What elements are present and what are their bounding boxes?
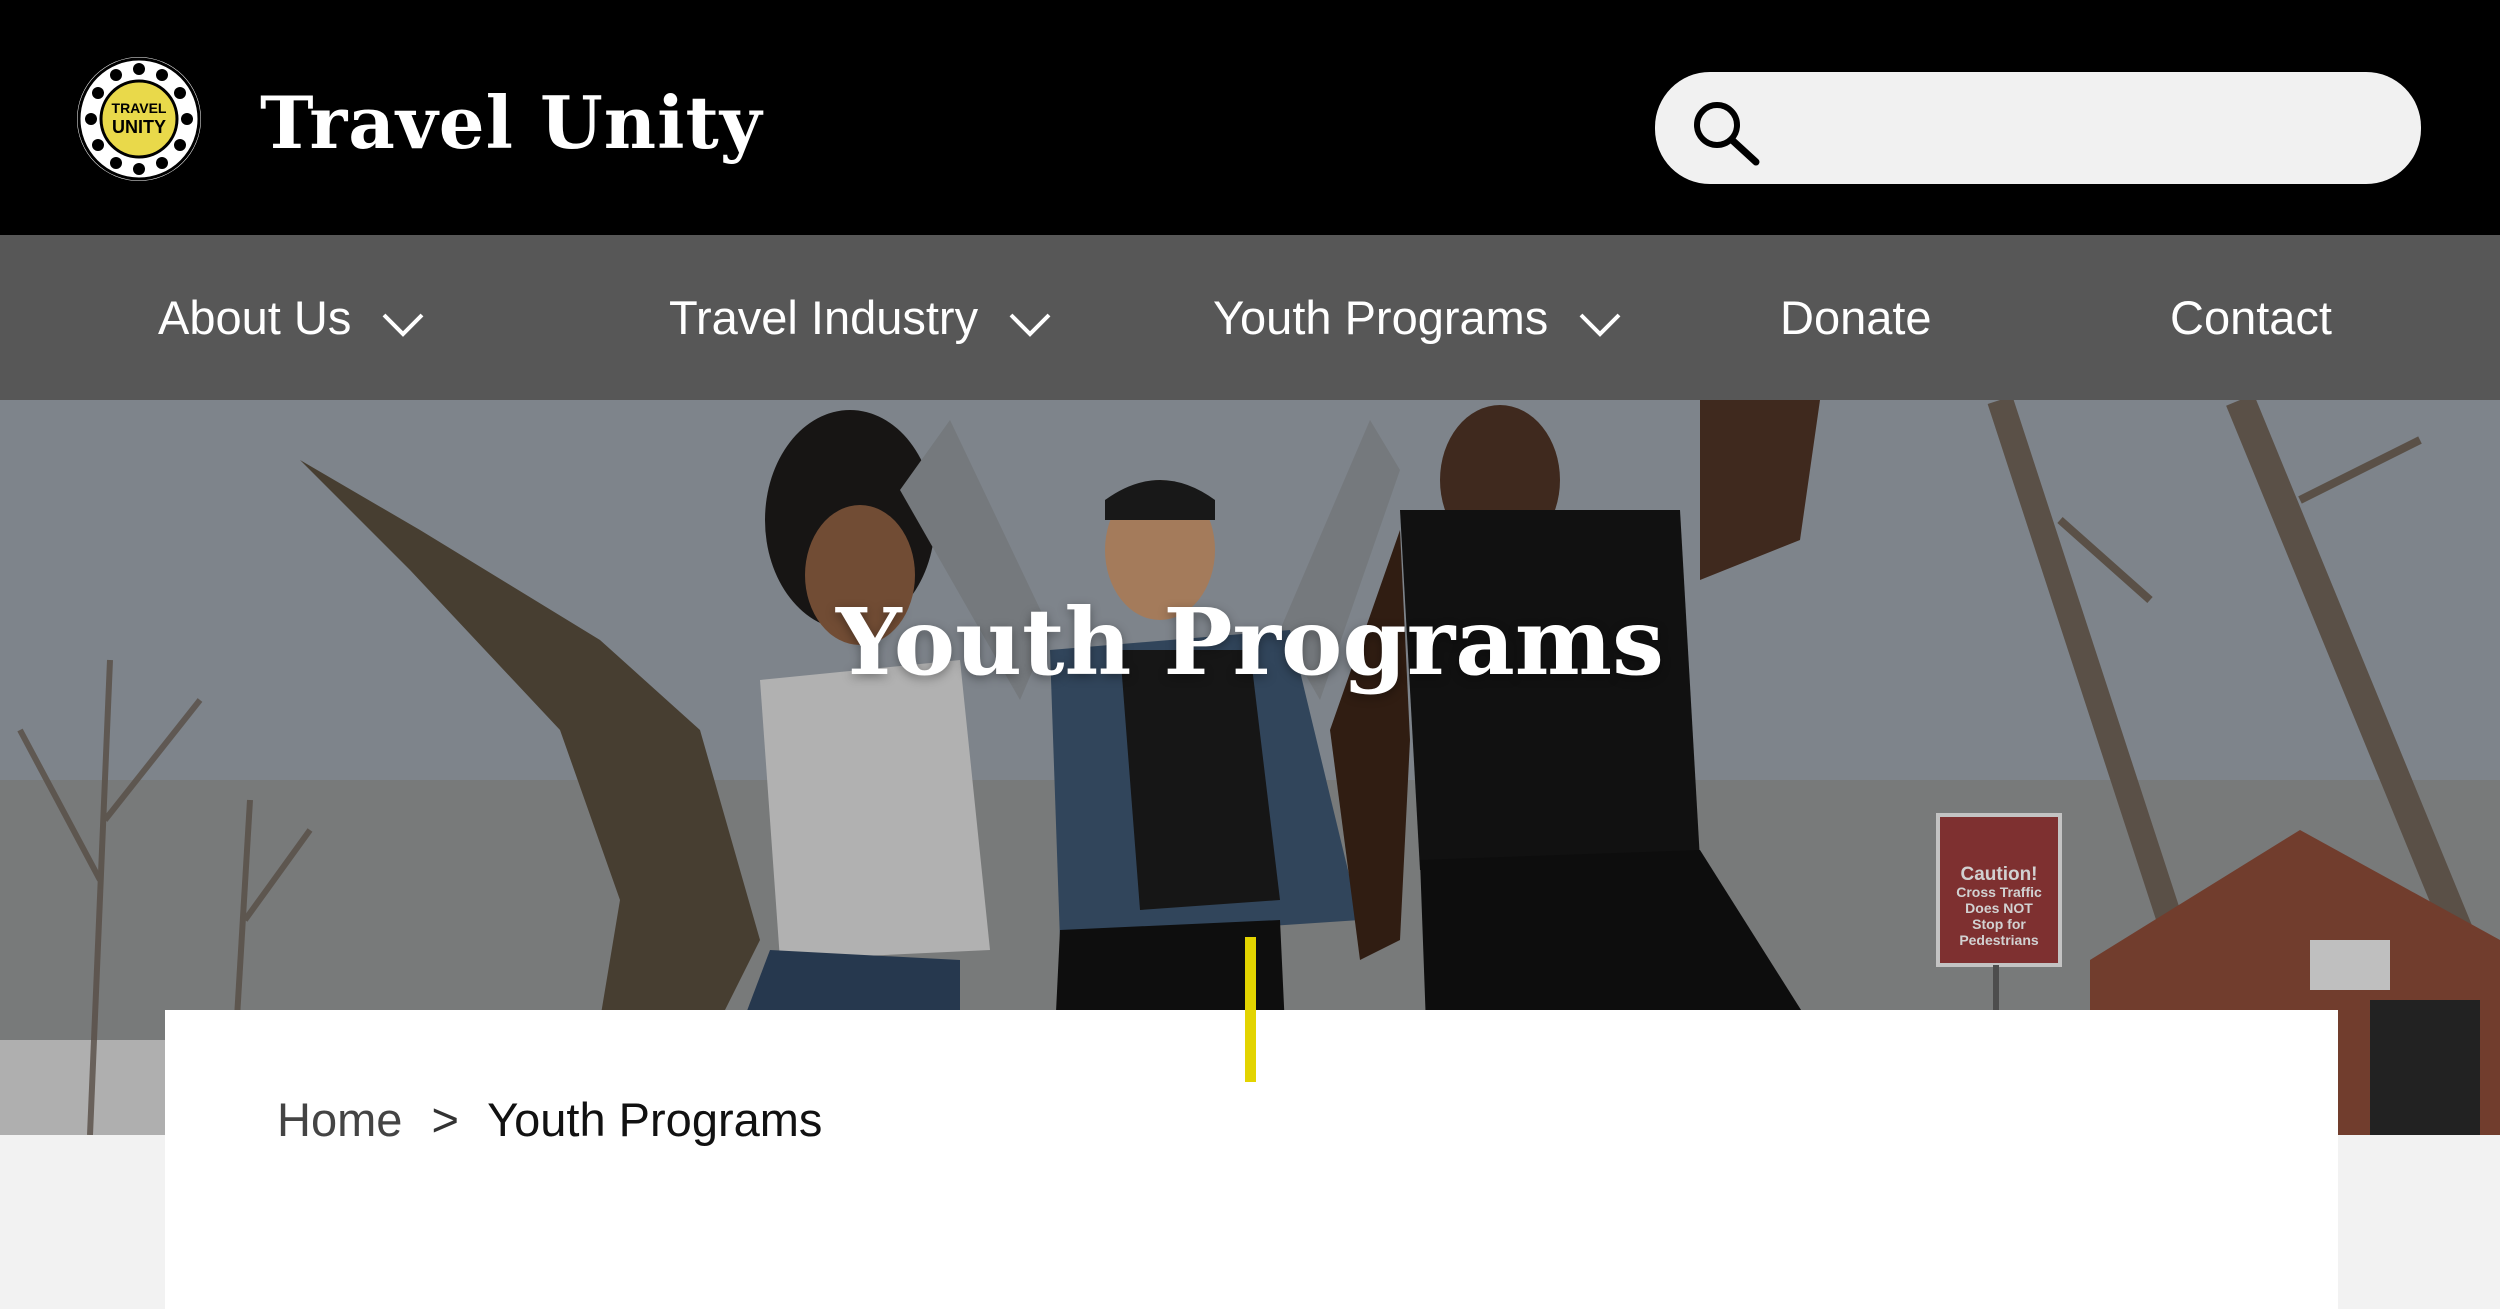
nav-item-label: Youth Programs	[1213, 291, 1549, 344]
nav-item-label: About Us	[158, 291, 352, 344]
nav-item-travel-industry[interactable]: Travel Industry	[669, 235, 1052, 400]
site-title[interactable]: Travel Unity	[260, 68, 763, 178]
accent-bar	[1245, 937, 1256, 1082]
breadcrumb-separator: >	[431, 1093, 459, 1146]
nav-item-label: Donate	[1780, 291, 1932, 344]
nav-item-label: Contact	[2170, 291, 2332, 344]
logo-text-bottom: UNITY	[112, 117, 166, 137]
logo-text-top: TRAVEL	[112, 100, 167, 116]
nav-item-donate[interactable]: Donate	[1780, 235, 1932, 400]
breadcrumb-current: Youth Programs	[487, 1093, 823, 1146]
main-nav: About Us Travel Industry Youth Programs …	[0, 235, 2500, 400]
nav-item-youth-programs[interactable]: Youth Programs	[1213, 235, 1622, 400]
page-title: Youth Programs	[836, 588, 1664, 696]
chevron-down-icon	[1579, 313, 1621, 337]
search-icon[interactable]	[1688, 96, 1764, 172]
nav-item-about-us[interactable]: About Us	[158, 235, 425, 400]
logo-emblem-icon: TRAVEL UNITY	[77, 57, 201, 181]
chevron-down-icon	[382, 313, 424, 337]
nav-item-label: Travel Industry	[669, 291, 979, 344]
breadcrumb-home-link[interactable]: Home	[277, 1093, 402, 1146]
breadcrumb: Home > Youth Programs	[277, 1085, 822, 1155]
nav-item-contact[interactable]: Contact	[2170, 235, 2332, 400]
search-input[interactable]	[1655, 72, 2421, 184]
site-logo[interactable]: TRAVEL UNITY	[77, 57, 201, 181]
chevron-down-icon	[1009, 313, 1051, 337]
